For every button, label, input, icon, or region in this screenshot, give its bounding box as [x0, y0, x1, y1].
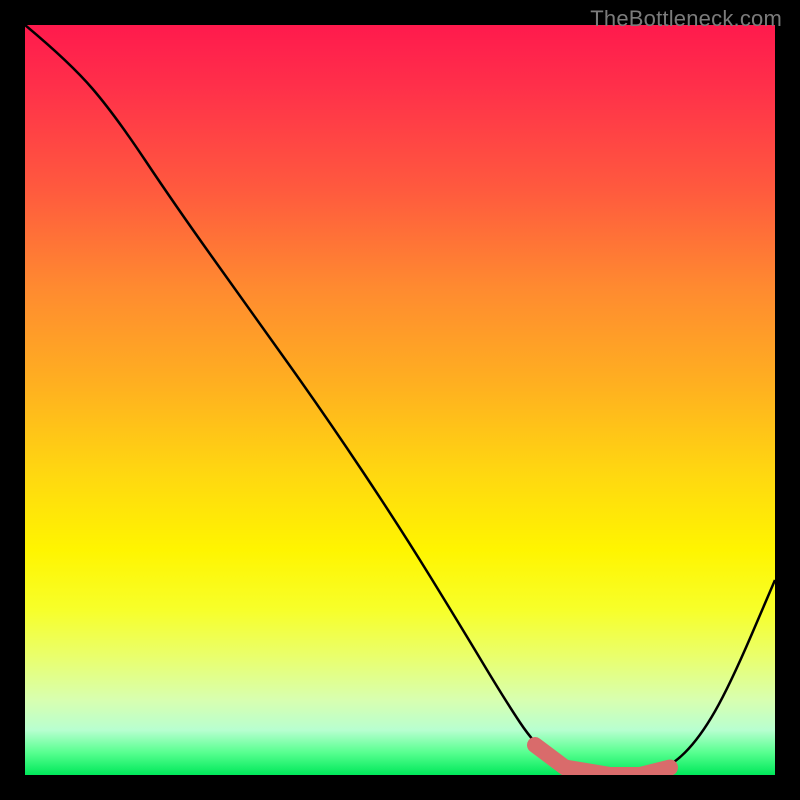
curve-highlight-segment	[535, 745, 670, 775]
chart-frame	[25, 25, 775, 775]
watermark-label: TheBottleneck.com	[590, 6, 782, 32]
chart-highlight-svg	[25, 25, 775, 775]
